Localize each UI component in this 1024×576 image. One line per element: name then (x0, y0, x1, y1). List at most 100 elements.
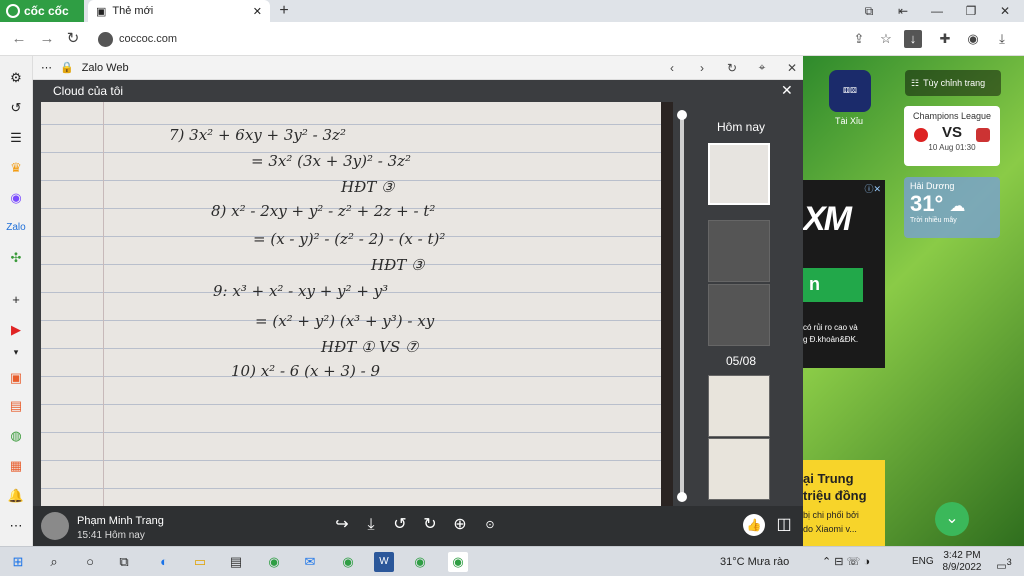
thumbnail[interactable] (708, 284, 770, 346)
history-icon[interactable]: ↺ (6, 98, 26, 118)
settings-gear-icon[interactable]: ⚙ (6, 68, 26, 88)
expand-chevron-button[interactable]: ⌄ (935, 502, 969, 536)
notification-center-icon[interactable]: ▭3 (994, 552, 1014, 573)
crown-icon[interactable]: ♛ (6, 158, 26, 178)
new-tab-button[interactable]: + (274, 1, 294, 21)
panel-back-icon[interactable]: ‹ (661, 61, 683, 75)
panel-reload-icon[interactable]: ↻ (721, 61, 743, 75)
add-app-icon[interactable]: + (6, 290, 26, 310)
tray-icons[interactable]: ⌃ ⊟ ☏ ◑ (822, 555, 870, 568)
ad-text: bị chi phối bởi (803, 510, 859, 520)
shopping-icon[interactable]: ▣ (6, 368, 26, 388)
bookmark-star-icon[interactable]: ☆ (877, 30, 895, 48)
messenger-icon[interactable]: ◉ (6, 188, 26, 208)
chevron-down-icon[interactable]: ▾ (6, 342, 26, 362)
timeline-scrollbar[interactable] (677, 110, 687, 502)
tab-close-icon[interactable]: ✕ (253, 5, 262, 18)
thumbnail-selected[interactable] (708, 143, 770, 205)
note-line: = (x² + y²) (x³ + y³) - xy (255, 312, 435, 330)
panel-close-icon[interactable]: ✕ (781, 61, 803, 75)
close-window-button[interactable]: ✕ (988, 0, 1022, 22)
url-input[interactable]: coccoc.com (94, 27, 674, 51)
ad-banner-bottom[interactable]: ại Trung triệu đồng bị chi phối bởi do X… (803, 460, 885, 546)
coccoc-active-icon[interactable]: ◉ (448, 552, 468, 572)
ticket-icon[interactable]: ▤ (6, 396, 26, 416)
search-icon[interactable]: ⌕ (44, 552, 64, 572)
zalo-panel-title: Zalo Web (81, 61, 129, 74)
edge-icon[interactable]: ◐ (154, 552, 174, 572)
game-controller-icon[interactable]: ✣ (6, 248, 26, 268)
tab-favicon-icon: ▣ (96, 5, 107, 18)
match-card[interactable]: Champions League VS 10 Aug 01:30 (904, 106, 1000, 166)
more-icon[interactable]: ⋯ (6, 516, 26, 536)
zalo-icon[interactable]: Zalo (6, 218, 26, 238)
language-indicator[interactable]: ENG (912, 556, 934, 567)
reload-button[interactable]: ↻ (64, 30, 82, 48)
coccoc-menu-button[interactable]: cốc cốc (0, 0, 84, 22)
react-icon[interactable]: 👍 (743, 514, 765, 536)
ad-close-icon[interactable]: ⓘ✕ (864, 182, 881, 195)
customize-page-button[interactable]: ☷ Tùy chỉnh trang (905, 70, 1001, 96)
word-icon[interactable]: W (374, 552, 394, 572)
minimize-button[interactable]: — (920, 0, 954, 22)
zoom-in-icon[interactable]: ⊕ (449, 514, 471, 536)
panel-menu-icon[interactable]: ⋯ (41, 61, 52, 74)
url-text: coccoc.com (119, 33, 178, 45)
ad-banner-top[interactable]: ⓘ✕ XM n có rủi ro cao và g Đ.khoản&ĐK. (803, 180, 885, 368)
maximize-button[interactable]: ❐ (954, 0, 988, 22)
match-date: 10 Aug 01:30 (928, 143, 976, 152)
weather-card[interactable]: Hải Dương 31° ☁ Trời nhiều mây (904, 177, 1000, 238)
coccoc-taskbar-icon-2[interactable]: ◉ (338, 552, 358, 572)
start-windows-icon[interactable]: ⊞ (8, 552, 28, 572)
share-page-icon[interactable]: ⇪ (850, 30, 868, 48)
restore-tabs-icon[interactable]: ⇤ (886, 0, 920, 22)
ad-cta-button[interactable]: n (803, 268, 863, 302)
ad-text: có rủi ro cao và (803, 323, 858, 332)
cortana-icon[interactable]: ○ (80, 552, 100, 572)
store-icon[interactable]: ▤ (226, 552, 246, 572)
coccoc-taskbar-icon-3[interactable]: ◉ (410, 552, 430, 572)
forward-button[interactable]: → (38, 30, 56, 48)
thumbnail[interactable] (708, 375, 770, 437)
screenshot-icon[interactable]: ⧉ (852, 0, 886, 22)
weather-city: Hải Dương (910, 181, 955, 191)
mail-icon[interactable]: ✉ (300, 552, 320, 572)
dice-game-icon[interactable]: ⚅⚄ (829, 70, 871, 112)
back-button[interactable]: ← (10, 30, 28, 48)
viewer-close-icon[interactable]: ✕ (781, 82, 793, 99)
coccoc-taskbar-icon[interactable]: ◉ (264, 552, 284, 572)
clock[interactable]: 3:42 PM 8/9/2022 (940, 550, 984, 574)
task-view-icon[interactable]: ⧉ (114, 552, 134, 572)
thumbnail[interactable] (708, 220, 770, 282)
note-line: = 3x² (3x + 3y)² - 3z² (251, 152, 412, 170)
rotate-right-icon[interactable]: ↻ (419, 514, 441, 536)
actual-size-icon[interactable]: ⊙ (479, 514, 501, 536)
download-icon[interactable]: ⤓ (360, 514, 382, 536)
download-manager-icon[interactable]: ↓ (904, 30, 922, 48)
file-explorer-icon[interactable]: ▭ (190, 552, 210, 572)
ad-text: do Xiaomi v... (803, 524, 857, 534)
map-pin-icon[interactable]: ◍ (6, 426, 26, 446)
split-view-icon[interactable]: ◫ (773, 514, 795, 536)
notebook-photo[interactable]: 7) 3x² + 6xy + 3y² - 3z² = 3x² (3x + 3y)… (41, 102, 673, 506)
weather-desc: Trời nhiều mây (910, 217, 957, 224)
avatar[interactable] (41, 512, 69, 540)
taskbar-weather[interactable]: 31°C Mưa rào (720, 556, 789, 568)
note-line: HĐT ③ (341, 178, 395, 196)
notification-bell-icon[interactable]: 🔔 (6, 486, 26, 506)
clock-time: 3:42 PM (943, 550, 981, 561)
lazada-icon[interactable]: ▦ (6, 456, 26, 476)
thumbnail[interactable] (708, 438, 770, 500)
account-icon[interactable]: ◉ (964, 30, 982, 48)
panel-pin-icon[interactable]: ⌖ (751, 60, 773, 75)
panel-forward-icon[interactable]: › (691, 61, 713, 75)
browser-tab[interactable]: ▣ Thẻ mới ✕ (88, 0, 270, 22)
youtube-icon[interactable]: ▶ (6, 320, 26, 340)
clock-date: 8/9/2022 (942, 562, 982, 573)
share-icon[interactable]: ↪ (331, 514, 353, 536)
rotate-left-icon[interactable]: ↺ (389, 514, 411, 536)
downloads-icon[interactable]: ⤓ (993, 30, 1011, 48)
extensions-icon[interactable]: ✚ (936, 30, 954, 48)
reading-list-icon[interactable]: ☰ (6, 128, 26, 148)
note-line: 10) x² - 6 (x + 3) - 9 (231, 362, 381, 380)
